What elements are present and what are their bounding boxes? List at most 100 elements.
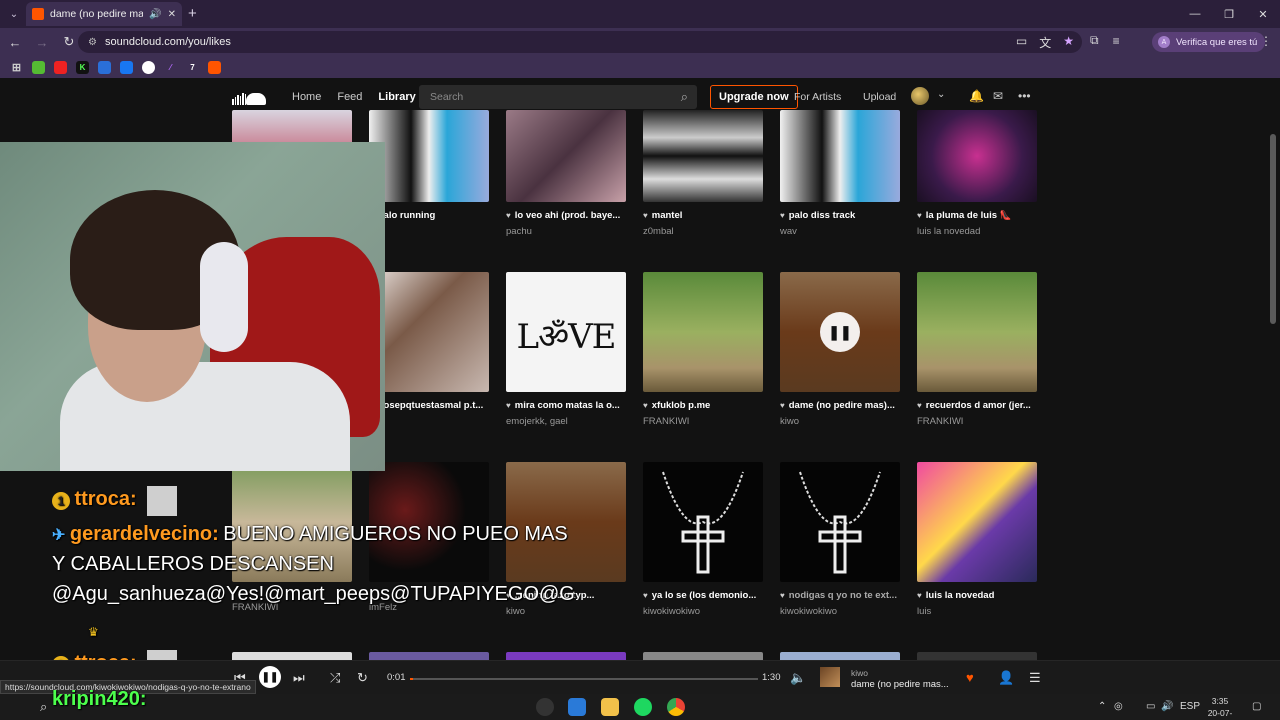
track-card[interactable]: ♥ palo diss track wav: [780, 110, 900, 237]
pause-button[interactable]: ❚❚: [259, 666, 281, 688]
track-card[interactable]: ♥ mantel z0mbal: [643, 110, 763, 237]
track-card[interactable]: ♥palo running v: [369, 110, 489, 237]
track-card[interactable]: ♥ la pluma de luis 👠 luis la novedad: [917, 110, 1037, 237]
taskbar-explorer-icon[interactable]: [601, 698, 619, 716]
track-title[interactable]: ♥ mira como matas la o...: [506, 400, 626, 411]
pause-overlay-icon[interactable]: ❚❚: [820, 312, 860, 352]
back-arrow-icon[interactable]: ←: [3, 30, 27, 54]
bookmark-star-icon[interactable]: ★: [1063, 34, 1074, 51]
heart-icon[interactable]: ♥: [917, 591, 922, 600]
track-artwork[interactable]: [369, 110, 489, 202]
soundcloud-logo-icon[interactable]: [232, 89, 266, 105]
bookmark-soundcloud-icon[interactable]: [208, 60, 221, 74]
track-artwork[interactable]: ❚❚: [780, 272, 900, 392]
now-playing-artwork[interactable]: [820, 667, 840, 687]
track-card[interactable]: ♥ ya lo se (los demonio... kiwokiwokiwo: [643, 462, 763, 617]
tray-clock[interactable]: 3:35 20-07-2025: [1202, 695, 1238, 720]
taskbar-spotify-icon[interactable]: [634, 698, 652, 716]
track-title[interactable]: ♥palo running: [369, 210, 489, 221]
track-title[interactable]: ♥ mantel: [643, 210, 763, 221]
taskbar-obs-icon[interactable]: [536, 698, 554, 716]
tray-app-icon[interactable]: ◎: [1114, 701, 1123, 712]
track-title[interactable]: ♥ luis la novedad: [917, 590, 1037, 601]
track-artwork[interactable]: [780, 462, 900, 582]
now-playing-artist[interactable]: kiwo: [851, 668, 868, 678]
track-artwork[interactable]: [917, 462, 1037, 582]
nav-home[interactable]: Home: [284, 91, 329, 103]
heart-icon[interactable]: ♥: [917, 401, 922, 410]
bookmark-youtube-icon[interactable]: [54, 60, 67, 74]
volume-icon[interactable]: 🔈: [790, 670, 806, 686]
track-artist[interactable]: kiwokiwokiwo: [643, 606, 763, 617]
profile-verify-chip[interactable]: A Verifica que eres tú: [1152, 32, 1266, 52]
search-input[interactable]: Search ⌕: [419, 85, 697, 109]
queue-icon[interactable]: ☰: [1029, 670, 1041, 686]
track-card[interactable]: ♥ nodigas q yo no te ext... kiwokiwokiwo: [780, 462, 900, 617]
track-card[interactable]: ❚❚ ♥ dame (no pedire mas)... kiwo: [780, 272, 900, 427]
track-artwork[interactable]: [369, 272, 489, 392]
extensions-puzzle-icon[interactable]: ⧉: [1090, 33, 1099, 48]
site-info-icon[interactable]: ⚙: [88, 37, 97, 48]
bookmark-circle-icon[interactable]: [142, 60, 155, 74]
track-artist[interactable]: FRANKIWI: [917, 416, 1037, 427]
bookmark-blue-icon[interactable]: [120, 60, 133, 74]
track-artwork[interactable]: [369, 462, 489, 582]
track-title[interactable]: ♥ dame (no pedire mas)...: [780, 400, 900, 411]
track-title[interactable]: ♥ lo veo ahi (prod. baye...: [506, 210, 626, 221]
track-card[interactable]: ♥ xfuklob p.me FRANKIWI: [643, 272, 763, 427]
heart-icon[interactable]: ♥: [643, 211, 648, 220]
track-artwork[interactable]: [643, 462, 763, 582]
upgrade-button[interactable]: Upgrade now: [710, 85, 798, 109]
bookmark-kick-icon[interactable]: K: [76, 60, 89, 74]
forward-arrow-icon[interactable]: →: [30, 30, 54, 54]
track-card[interactable]: ♥nosepqtuestasmal p.t...: [369, 272, 489, 411]
track-title[interactable]: ♥nosepqtuestasmal p.t...: [369, 400, 489, 411]
apps-grid-icon[interactable]: ⊞: [10, 61, 23, 74]
next-track-icon[interactable]: ⏭: [293, 670, 305, 686]
notifications-bell-icon[interactable]: 🔔: [969, 89, 984, 103]
now-playing-track[interactable]: dame (no pedire mas...: [851, 679, 949, 690]
translate-icon[interactable]: 文: [1039, 34, 1051, 51]
track-title[interactable]: ♥ la pluma de luis 👠: [917, 210, 1037, 221]
nav-feed[interactable]: Feed: [329, 91, 370, 103]
heart-icon[interactable]: ♥: [780, 591, 785, 600]
track-artwork[interactable]: [506, 462, 626, 582]
new-tab-button[interactable]: +: [188, 5, 197, 22]
heart-icon[interactable]: ♥: [917, 211, 922, 220]
like-heart-icon[interactable]: ♥: [966, 670, 974, 685]
taskbar-search-icon[interactable]: ⌕: [40, 699, 47, 715]
bookmark-feather-icon[interactable]: ⁄: [164, 61, 177, 74]
bookmark-7tv-icon[interactable]: 7: [186, 61, 199, 74]
progress-bar[interactable]: [410, 678, 758, 680]
tray-volume-icon[interactable]: 🔊: [1161, 701, 1173, 712]
track-artist[interactable]: emojerkk, gael: [506, 416, 626, 427]
follow-user-icon[interactable]: 👤: [998, 670, 1014, 686]
track-artwork[interactable]: [917, 110, 1037, 202]
track-artist[interactable]: kiwokiwokiwo: [780, 606, 900, 617]
chevron-down-icon[interactable]: ⌄: [937, 89, 945, 100]
cast-icon[interactable]: ▭: [1016, 34, 1027, 51]
heart-icon[interactable]: ♥: [506, 401, 511, 410]
shuffle-icon[interactable]: ⤮: [330, 670, 340, 686]
nav-library[interactable]: Library: [370, 91, 423, 103]
tab-search-chevron-icon[interactable]: ⌄: [0, 0, 28, 28]
track-card[interactable]: ♥ recuerdos d amor (jer... FRANKIWI: [917, 272, 1037, 427]
track-card[interactable]: ♥ luis la novedad luis: [917, 462, 1037, 617]
track-title[interactable]: ♥ xfuklob p.me: [643, 400, 763, 411]
track-artist[interactable]: kiwo: [780, 416, 900, 427]
track-artist[interactable]: v: [369, 226, 489, 237]
browser-tab-active[interactable]: dame (no pedire mas) [ukg 🔊 ✕: [26, 2, 182, 26]
track-artwork[interactable]: [643, 272, 763, 392]
track-artist[interactable]: kiwo: [506, 606, 626, 617]
track-artwork[interactable]: [506, 110, 626, 202]
track-artwork[interactable]: LॐVE: [506, 272, 626, 392]
bookmark-gmail-icon[interactable]: [32, 60, 45, 74]
browser-menu-icon[interactable]: ⋮: [1260, 34, 1272, 48]
track-artist[interactable]: luis: [917, 606, 1037, 617]
heart-icon[interactable]: ♥: [643, 401, 648, 410]
search-icon[interactable]: ⌕: [681, 89, 688, 105]
track-artist[interactable]: wav: [780, 226, 900, 237]
notifications-icon[interactable]: ▢: [1252, 701, 1261, 712]
track-title[interactable]: ♥ recuerdos d amor (jer...: [917, 400, 1037, 411]
tray-chevron-icon[interactable]: ⌃: [1098, 701, 1106, 712]
